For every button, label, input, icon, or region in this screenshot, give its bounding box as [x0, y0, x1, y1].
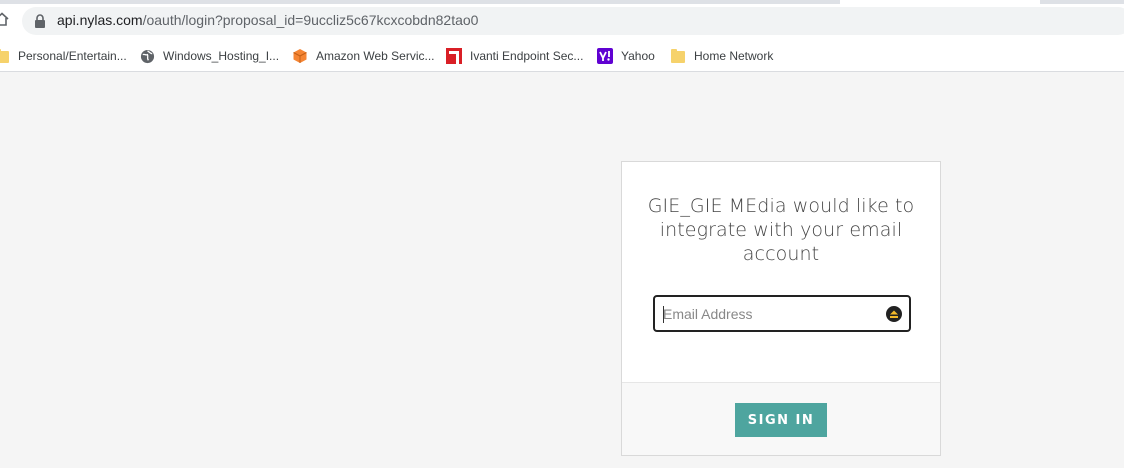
bookmark-yahoo[interactable]: Yahoo — [597, 45, 655, 67]
folder-icon — [0, 48, 10, 64]
login-card: GIE_GIE MEdia would like to integrate wi… — [621, 161, 941, 456]
bookmark-label: Home Network — [694, 49, 774, 63]
bookmark-aws[interactable]: Amazon Web Servic... — [292, 45, 435, 67]
folder-icon — [670, 48, 686, 64]
browser-toolbar: api.nylas.com/oauth/login?proposal_id=9u… — [0, 0, 1124, 40]
globe-icon — [139, 48, 155, 64]
home-icon[interactable] — [0, 10, 10, 28]
bookmark-personal-entertainment[interactable]: Personal/Entertain... — [0, 45, 127, 67]
bookmark-label: Windows_Hosting_I... — [163, 49, 280, 63]
bookmarks-bar: Personal/Entertain... Windows_Hosting_I.… — [0, 40, 1124, 72]
email-field-wrapper[interactable] — [653, 295, 911, 332]
bookmark-windows-hosting[interactable]: Windows_Hosting_I... — [139, 45, 279, 67]
url-path: /oauth/login?proposal_id=9uccliz5c67kcxc… — [142, 12, 479, 28]
text-caret — [663, 306, 664, 323]
ivanti-logo-icon — [446, 48, 462, 64]
sign-in-button[interactable]: SIGN IN — [735, 403, 827, 437]
lock-icon[interactable] — [34, 14, 46, 28]
bookmark-ivanti[interactable]: Ivanti Endpoint Sec... — [446, 45, 583, 67]
autofill-key-icon[interactable] — [886, 306, 902, 322]
bookmark-home-network[interactable]: Home Network — [670, 45, 773, 67]
address-url[interactable]: api.nylas.com/oauth/login?proposal_id=9u… — [57, 12, 478, 28]
bookmark-label: Ivanti Endpoint Sec... — [470, 49, 584, 63]
yahoo-logo-icon — [597, 48, 613, 64]
bookmark-label: Personal/Entertain... — [18, 49, 127, 63]
url-host: api.nylas.com — [57, 12, 143, 28]
tab-strip — [0, 0, 1124, 4]
bookmark-label: Yahoo — [621, 49, 655, 63]
login-title: GIE_GIE MEdia would like to integrate wi… — [647, 195, 915, 265]
login-footer: SIGN IN — [622, 382, 940, 455]
bookmark-label: Amazon Web Servic... — [316, 49, 435, 63]
email-field[interactable] — [655, 297, 909, 330]
aws-cube-icon — [292, 48, 308, 64]
